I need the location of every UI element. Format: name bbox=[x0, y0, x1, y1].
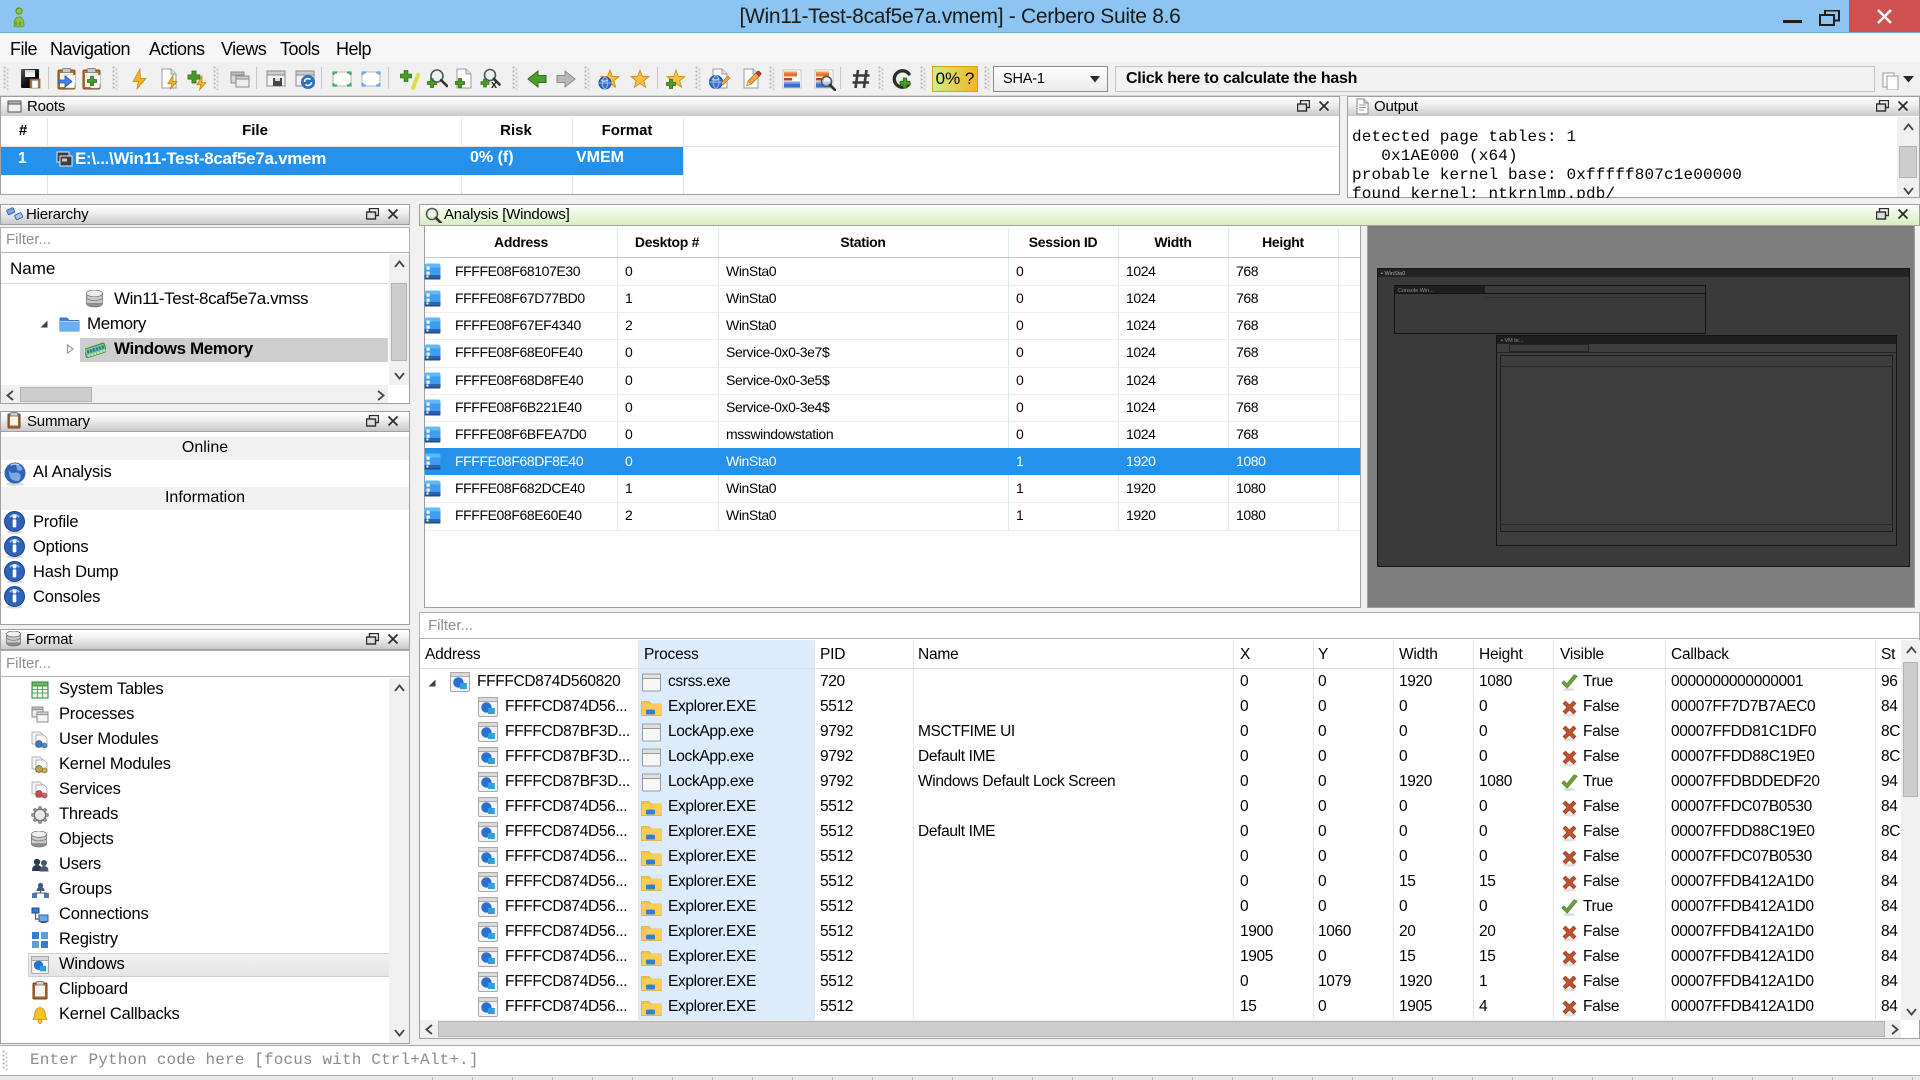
svg-text:▪ WinSta0: ▪ WinSta0 bbox=[1381, 271, 1405, 277]
svg-text:x: x bbox=[491, 79, 498, 91]
